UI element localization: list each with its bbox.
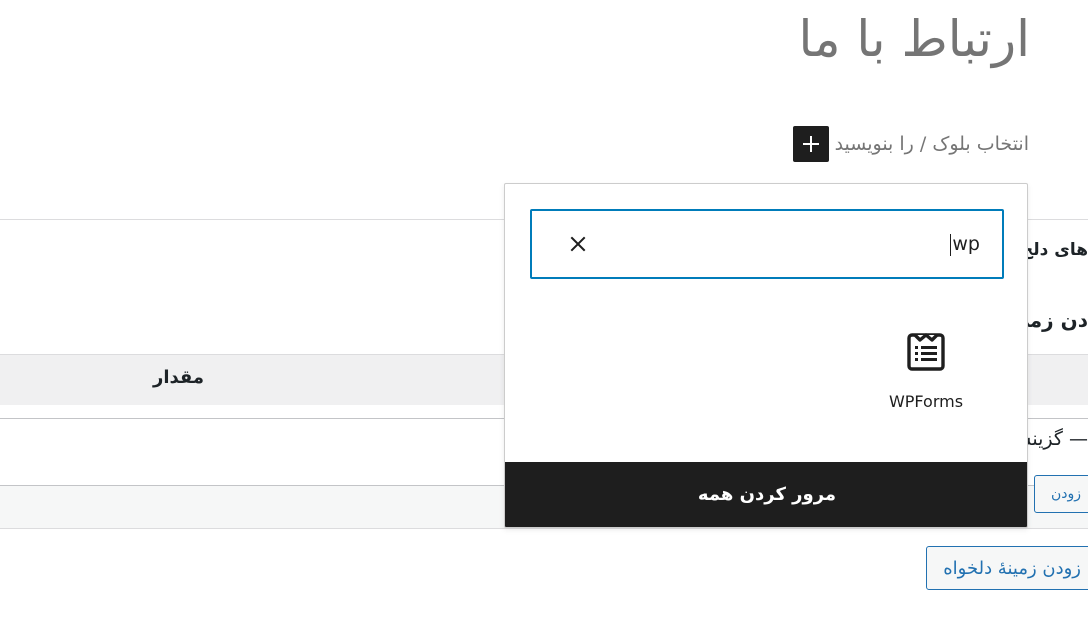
add-button-small[interactable]: زودن [1033, 475, 1088, 513]
add-block-button[interactable] [792, 126, 829, 162]
meta-box-heading[interactable]: های دلخ [1021, 240, 1088, 260]
column-header-value: مقدار [153, 367, 205, 388]
block-appender: انتخاب بلوک / را بنویسید [792, 126, 1029, 162]
page-title[interactable]: ارتباط با ما [799, 10, 1030, 68]
browse-all-button[interactable]: مرور کردن همه [505, 462, 1027, 527]
block-inserter-popover: wp WPForms مرور کردن همه [504, 183, 1028, 528]
block-item-label: WPForms [888, 392, 964, 411]
wpforms-icon [907, 333, 945, 371]
plus-icon [802, 136, 819, 152]
block-search-input[interactable]: wp [530, 209, 1004, 279]
appender-placeholder[interactable]: انتخاب بلوک / را بنویسید [835, 133, 1029, 155]
block-item-wpforms[interactable]: WPForms [873, 324, 979, 424]
search-input-value: wp [950, 233, 980, 256]
search-text: wp [952, 233, 980, 255]
clear-search-button[interactable] [566, 232, 590, 256]
close-icon [570, 236, 586, 252]
add-custom-field-button[interactable]: زودن زمینهٔ دلخواه [926, 546, 1088, 590]
